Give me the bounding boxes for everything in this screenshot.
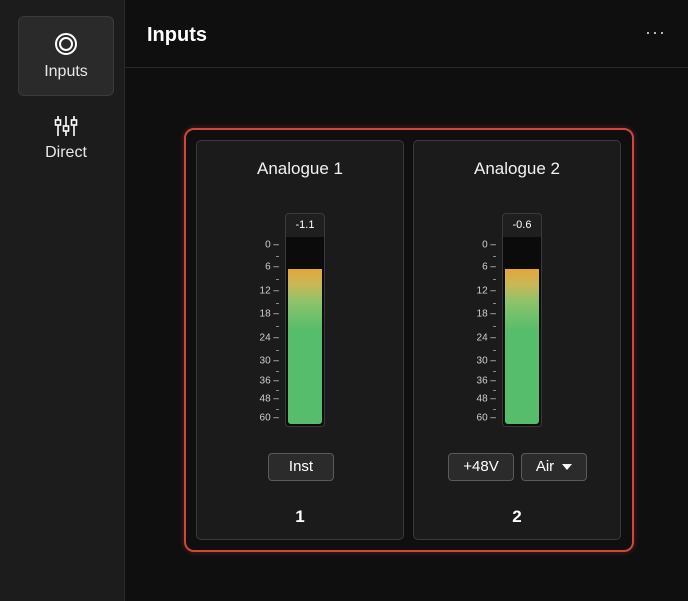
meter-minor-tick: [276, 390, 279, 391]
meter-minor-tick: [493, 326, 496, 327]
more-options-button[interactable]: ···: [645, 22, 666, 43]
sidebar: Inputs Direct: [0, 0, 125, 601]
meter-minor-tick: [493, 350, 496, 351]
chevron-down-icon: [562, 464, 573, 471]
meter-minor-tick: [276, 326, 279, 327]
meter-minor-tick: [276, 409, 279, 410]
meter-scale-label: 18 –: [476, 308, 496, 320]
meter-scale-label: 24 –: [476, 332, 496, 344]
header: Inputs ···: [125, 0, 688, 68]
meter-scale-label: 48 –: [259, 393, 279, 405]
meter-minor-tick: [493, 371, 496, 372]
meter-minor-tick: [276, 279, 279, 280]
meter-scale-label: 60 –: [476, 412, 496, 424]
meter-scale-label: 6 –: [482, 261, 496, 273]
meter-scale-label: 24 –: [259, 332, 279, 344]
channel-number: 2: [512, 507, 522, 526]
meter-scale-label: 18 –: [259, 308, 279, 320]
meter-minor-tick: [493, 303, 496, 304]
page-title: Inputs: [147, 24, 207, 46]
sidebar-item-label: Direct: [45, 144, 87, 161]
sidebar-item-label: Inputs: [44, 63, 88, 80]
meter-scale-label: 0 –: [482, 239, 496, 251]
meter-minor-tick: [493, 279, 496, 280]
meter-scale-label: 36 –: [259, 375, 279, 387]
sidebar-item-inputs[interactable]: Inputs: [18, 16, 114, 96]
peak-readout: -0.6: [502, 213, 542, 237]
meter-scale-label: 30 –: [476, 355, 496, 367]
meter-minor-tick: [493, 390, 496, 391]
air-dropdown[interactable]: Air: [521, 453, 587, 481]
channel-number: 1: [295, 507, 305, 526]
meter-scale: 0 – 6 – 12 – 18 – 24 – 30 – 36 – 48 – 60 –: [249, 237, 279, 427]
meter-scale-label: 12 –: [476, 285, 496, 297]
meter-scale-label: 60 –: [259, 412, 279, 424]
meter-scale-label: 0 –: [265, 239, 279, 251]
meter-minor-tick: [493, 256, 496, 257]
meter-scale-label: 30 –: [259, 355, 279, 367]
level-meter: [502, 237, 542, 427]
meter-scale-label: 48 –: [476, 393, 496, 405]
circle-ring-icon: [55, 33, 77, 55]
inst-button[interactable]: Inst: [268, 453, 334, 481]
channel-strip-1[interactable]: Analogue 1 0 – 6 – 12 – 18 – 24 – 30 – 36 – 48 …: [196, 140, 404, 540]
channel-name: Analogue 1: [256, 159, 344, 178]
meter-minor-tick: [276, 303, 279, 304]
peak-readout: -1.1: [285, 213, 325, 237]
meter-scale-label: 36 –: [476, 375, 496, 387]
level-meter: [285, 237, 325, 427]
meter-minor-tick: [276, 256, 279, 257]
meter-scale-label: 6 –: [265, 261, 279, 273]
meter-minor-tick: [276, 371, 279, 372]
air-dropdown-label: Air: [535, 458, 555, 475]
sidebar-item-direct[interactable]: Direct: [18, 108, 114, 176]
meter-scale: 0 – 6 – 12 – 18 – 24 – 30 – 36 – 48 – 60 –: [466, 237, 496, 427]
channel-name: Analogue 2: [473, 159, 561, 178]
level-meter-fill: [505, 269, 539, 424]
meter-minor-tick: [276, 350, 279, 351]
level-meter-fill: [288, 269, 322, 424]
phantom-power-button[interactable]: +48V: [448, 453, 514, 481]
mixer-sliders-icon: [54, 116, 78, 136]
channel-strip-2[interactable]: Analogue 2 0 – 6 – 12 – 18 – 24 – 30 – 36 – 48 …: [413, 140, 621, 540]
meter-scale-label: 12 –: [259, 285, 279, 297]
meter-minor-tick: [493, 409, 496, 410]
